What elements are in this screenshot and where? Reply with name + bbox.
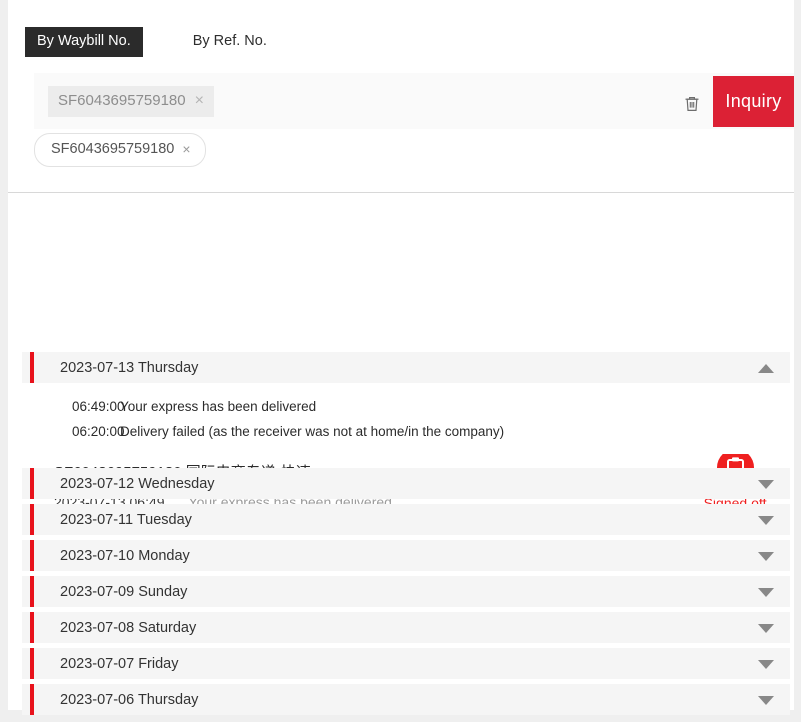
tab-by-ref-no[interactable]: By Ref. No. xyxy=(181,27,279,57)
timeline-day-date: 2023-07-08 Saturday xyxy=(60,619,197,636)
timeline-day-header[interactable]: 2023-07-08 Saturday xyxy=(22,612,790,643)
timeline-day-date: 2023-07-11 Tuesday xyxy=(60,511,192,528)
timeline-event-description: Your express has been delivered xyxy=(120,399,317,414)
timeline-day-body: 06:49:00 Your express has been delivered 0… xyxy=(22,383,790,454)
timeline-day-header[interactable]: 2023-07-06 Thursday xyxy=(22,684,790,715)
timeline-day: 2023-07-08 Saturday xyxy=(22,612,790,648)
chevron-down-icon[interactable] xyxy=(758,516,774,525)
timeline-day: 2023-07-11 Tuesday xyxy=(22,504,790,540)
waybill-chip-value: SF6043695759180 xyxy=(58,92,186,109)
close-icon[interactable]: × xyxy=(182,142,190,156)
chevron-down-icon[interactable] xyxy=(758,588,774,597)
timeline-day: 2023-07-09 Sunday xyxy=(22,576,790,612)
timeline-list: 2023-07-13 Thursday 06:49:00 Your express … xyxy=(22,352,790,720)
day-accent-bar xyxy=(30,576,34,607)
chevron-down-icon[interactable] xyxy=(758,696,774,705)
chevron-down-icon[interactable] xyxy=(758,660,774,669)
timeline-event-time: 06:20:00 xyxy=(72,424,125,439)
timeline-day-date: 2023-07-09 Sunday xyxy=(60,583,188,600)
chevron-down-icon[interactable] xyxy=(758,480,774,489)
timeline-event: 06:20:00 Delivery failed (as the receiver… xyxy=(22,419,790,444)
day-accent-bar xyxy=(30,684,34,715)
timeline-day-header[interactable]: 2023-07-13 Thursday xyxy=(22,352,790,383)
search-mode-tabs: By Waybill No. By Ref. No. xyxy=(25,27,279,57)
timeline-day-header[interactable]: 2023-07-12 Wednesday xyxy=(22,468,790,499)
waybill-chip-in-input[interactable]: SF6043695759180 × xyxy=(48,85,214,117)
chevron-up-icon[interactable] xyxy=(758,364,774,373)
tracking-card: By Waybill No. By Ref. No. SF60436957591… xyxy=(8,0,794,715)
inquiry-button[interactable]: Inquiry xyxy=(713,76,794,127)
chevron-down-icon[interactable] xyxy=(758,552,774,561)
timeline-day: 2023-07-12 Wednesday xyxy=(22,468,790,504)
waybill-pill-value: SF6043695759180 xyxy=(51,141,175,157)
timeline-day-date: 2023-07-13 Thursday xyxy=(60,359,199,376)
timeline-day: 2023-07-06 Thursday xyxy=(22,684,790,720)
tab-by-waybill-no-label: By Waybill No. xyxy=(37,33,131,49)
timeline-day-date: 2023-07-07 Friday xyxy=(60,655,179,672)
timeline-day: 2023-07-07 Friday xyxy=(22,648,790,684)
day-accent-bar xyxy=(30,612,34,643)
timeline-day-header[interactable]: 2023-07-10 Monday xyxy=(22,540,790,571)
timeline-day: 2023-07-13 Thursday 06:49:00 Your express … xyxy=(22,352,790,468)
timeline-day-header[interactable]: 2023-07-11 Tuesday xyxy=(22,504,790,535)
result-section: Fuzhoushi United States Destination Serv… xyxy=(8,193,794,511)
timeline-day-date: 2023-07-12 Wednesday xyxy=(60,475,215,492)
timeline-event-time: 06:49:00 xyxy=(72,399,125,414)
timeline-event: 06:49:00 Your express has been delivered xyxy=(22,394,790,419)
chevron-down-icon[interactable] xyxy=(758,624,774,633)
timeline-day-date: 2023-07-10 Monday xyxy=(60,547,190,564)
day-accent-bar xyxy=(30,468,34,499)
timeline-day-header[interactable]: 2023-07-09 Sunday xyxy=(22,576,790,607)
close-icon[interactable]: × xyxy=(195,92,204,109)
day-accent-bar xyxy=(30,648,34,679)
page-root: By Waybill No. By Ref. No. SF60436957591… xyxy=(0,0,801,722)
waybill-chip-pill[interactable]: SF6043695759180 × xyxy=(34,133,206,167)
timeline-day: 2023-07-10 Monday xyxy=(22,540,790,576)
tab-by-waybill-no[interactable]: By Waybill No. xyxy=(25,27,143,57)
timeline-event-description: Delivery failed (as the receiver was not… xyxy=(120,424,505,439)
waybill-input-bar[interactable]: SF6043695759180 × xyxy=(34,73,794,129)
timeline-day-date: 2023-07-06 Thursday xyxy=(60,691,199,708)
tab-by-ref-no-label: By Ref. No. xyxy=(192,33,267,49)
timeline-day-header[interactable]: 2023-07-07 Friday xyxy=(22,648,790,679)
trash-icon[interactable] xyxy=(681,93,703,115)
day-accent-bar xyxy=(30,504,34,535)
day-accent-bar xyxy=(30,540,34,571)
search-panel: By Waybill No. By Ref. No. SF60436957591… xyxy=(8,0,794,193)
day-accent-bar xyxy=(30,352,34,383)
